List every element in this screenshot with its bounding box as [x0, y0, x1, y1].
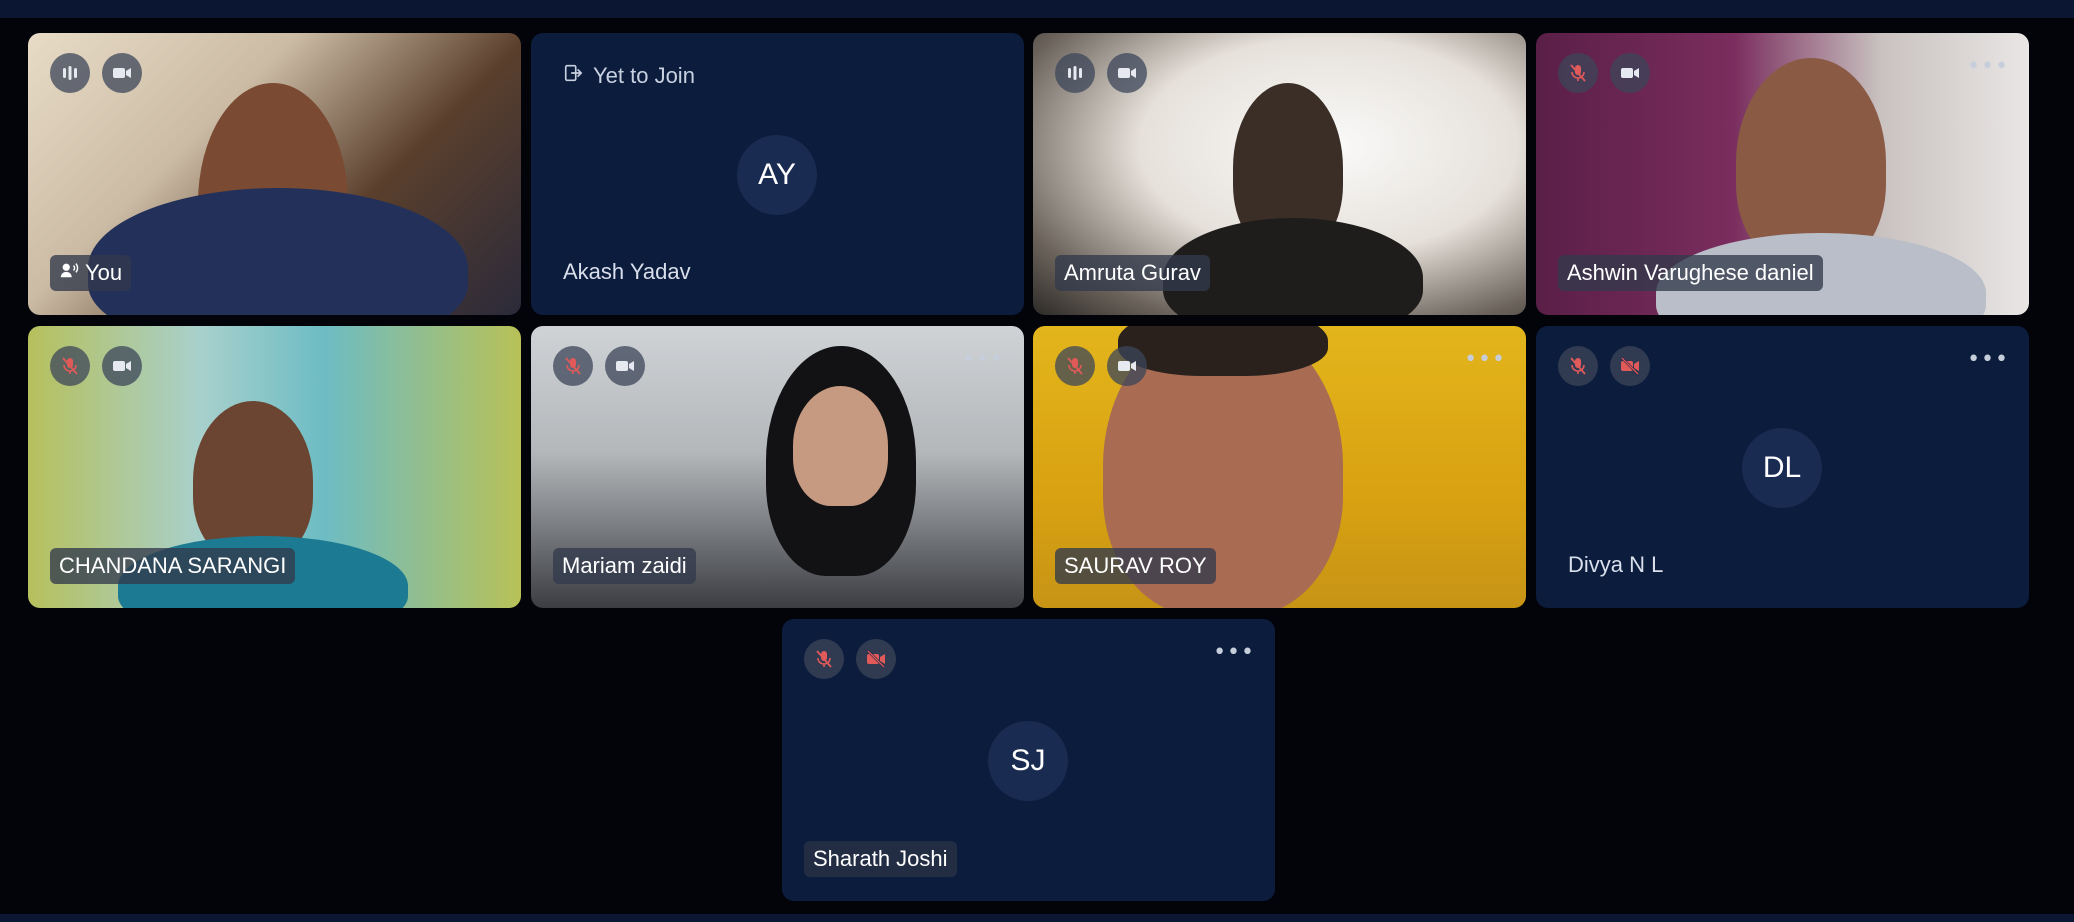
participant-name: Ashwin Varughese daniel: [1567, 260, 1814, 285]
participant-tile-you[interactable]: You: [28, 33, 521, 315]
mic-muted-icon[interactable]: [1055, 346, 1095, 386]
participant-tile-amruta[interactable]: Amruta Gurav: [1033, 33, 1526, 315]
participant-name: Divya N L: [1568, 552, 1664, 577]
avatar: SJ: [988, 721, 1068, 801]
participant-name: SAURAV ROY: [1064, 553, 1207, 578]
more-options-icon[interactable]: •••: [1967, 56, 2009, 78]
join-status-text: Yet to Join: [593, 63, 695, 88]
camera-icon[interactable]: [1610, 53, 1650, 93]
participant-name-badge: You: [50, 255, 132, 291]
more-options-icon[interactable]: •••: [1967, 349, 2009, 371]
participant-name: CHANDANA SARANGI: [59, 553, 287, 578]
participant-name: Akash Yadav: [563, 259, 691, 284]
camera-icon[interactable]: [605, 346, 645, 386]
audio-level-icon: [1055, 53, 1095, 93]
participant-tile-chandana[interactable]: CHANDANA SARANGI: [28, 326, 521, 608]
camera-icon[interactable]: [102, 346, 142, 386]
participant-tile-saurav[interactable]: ••• SAURAV ROY: [1033, 326, 1526, 608]
join-icon: [563, 63, 583, 89]
bottom-bar: [0, 914, 2074, 922]
mic-muted-icon[interactable]: [50, 346, 90, 386]
participant-name: You: [85, 260, 123, 285]
participant-name-badge: CHANDANA SARANGI: [50, 548, 296, 584]
top-bar: [0, 0, 2074, 18]
participant-name-badge: Amruta Gurav: [1055, 255, 1210, 291]
camera-icon[interactable]: [102, 53, 142, 93]
mic-muted-icon[interactable]: [804, 639, 844, 679]
join-status: Yet to Join: [563, 63, 695, 89]
mic-muted-icon[interactable]: [1558, 53, 1598, 93]
participant-tile-ashwin[interactable]: ••• Ashwin Varughese daniel: [1536, 33, 2029, 315]
mic-muted-icon[interactable]: [553, 346, 593, 386]
more-options-icon[interactable]: •••: [1213, 642, 1255, 664]
participant-tile-mariam[interactable]: ••• Mariam zaidi: [531, 326, 1024, 608]
participant-name-badge: Mariam zaidi: [553, 548, 696, 584]
audio-level-icon: [50, 53, 90, 93]
participant-tile-divya[interactable]: ••• DL Divya N L: [1536, 326, 2029, 608]
avatar: DL: [1742, 428, 1822, 508]
participant-name-badge: Ashwin Varughese daniel: [1558, 255, 1823, 291]
speaking-icon: [59, 255, 79, 291]
participant-name: Sharath Joshi: [813, 846, 948, 871]
participant-name-badge: Sharath Joshi: [804, 841, 957, 877]
participant-name: Amruta Gurav: [1064, 260, 1201, 285]
participant-name-badge: SAURAV ROY: [1055, 548, 1216, 584]
participant-tile-sharath[interactable]: ••• SJ Sharath Joshi: [782, 619, 1275, 901]
camera-off-icon[interactable]: [856, 639, 896, 679]
more-options-icon[interactable]: •••: [1464, 349, 1506, 371]
participant-tile-akash[interactable]: Yet to Join AY Akash Yadav: [531, 33, 1024, 315]
camera-icon[interactable]: [1107, 346, 1147, 386]
avatar: AY: [737, 135, 817, 215]
camera-icon[interactable]: [1107, 53, 1147, 93]
mic-muted-icon[interactable]: [1558, 346, 1598, 386]
participant-name: Mariam zaidi: [562, 553, 687, 578]
video-feed-face: [793, 386, 888, 506]
more-options-icon[interactable]: •••: [962, 349, 1004, 371]
camera-off-icon[interactable]: [1610, 346, 1650, 386]
video-feed-hair: [1118, 326, 1328, 376]
video-feed-body: [88, 188, 468, 315]
